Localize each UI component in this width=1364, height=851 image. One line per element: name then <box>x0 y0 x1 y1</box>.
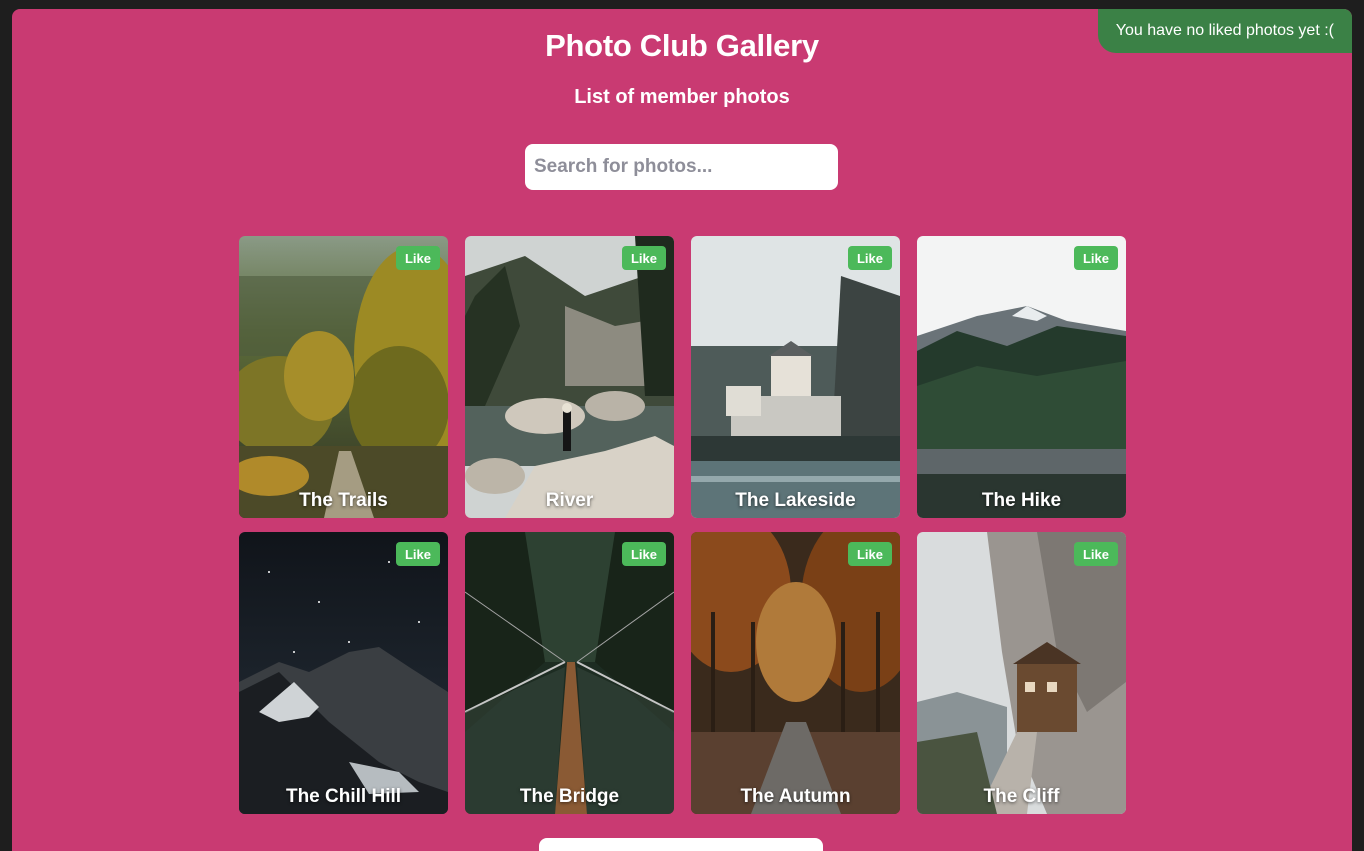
page-subtitle: List of member photos <box>574 86 790 108</box>
photo-card[interactable]: Like River <box>465 236 674 518</box>
like-button[interactable]: Like <box>395 246 440 270</box>
page-title: Photo Club Gallery <box>545 28 819 63</box>
like-button[interactable]: Like <box>1073 246 1118 270</box>
photo-title: The Bridge <box>519 786 620 807</box>
photo-title: The Cliff <box>983 786 1060 807</box>
photo-lakeside-houses <box>691 236 900 518</box>
photo-suspension-bridge <box>465 532 674 814</box>
photo-title: The Hike <box>981 490 1062 511</box>
photo-grid: Like The Trails Like River Like The Lake… <box>239 236 1126 814</box>
photo-river-rocks <box>465 236 674 518</box>
search-input[interactable] <box>525 144 838 190</box>
photo-card[interactable]: Like The Lakeside <box>691 236 900 518</box>
like-button[interactable]: Like <box>395 542 440 566</box>
load-more-button[interactable] <box>539 838 823 851</box>
like-button[interactable]: Like <box>621 246 666 270</box>
photo-card[interactable]: Like The Trails <box>239 236 448 518</box>
photo-cliff-house <box>917 532 1126 814</box>
like-button[interactable]: Like <box>847 246 892 270</box>
photo-title: The Lakeside <box>735 490 856 511</box>
photo-card[interactable]: Like The Autumn <box>691 532 900 814</box>
app-window: You have no liked photos yet :( Photo Cl… <box>12 9 1352 851</box>
photo-title: The Trails <box>299 490 388 511</box>
photo-title: The Chill Hill <box>285 786 402 807</box>
photo-card[interactable]: Like The Cliff <box>917 532 1126 814</box>
photo-card[interactable]: Like The Hike <box>917 236 1126 518</box>
photo-title: River <box>545 490 594 511</box>
like-button[interactable]: Like <box>1073 542 1118 566</box>
photo-night-mountain <box>239 532 448 814</box>
photo-mountain-forest <box>917 236 1126 518</box>
photo-card[interactable]: Like The Bridge <box>465 532 674 814</box>
photo-autumn-road <box>691 532 900 814</box>
like-button[interactable]: Like <box>621 542 666 566</box>
photo-title: The Autumn <box>740 786 851 807</box>
photo-card[interactable]: Like The Chill Hill <box>239 532 448 814</box>
photo-forest-trail <box>239 236 448 518</box>
like-button[interactable]: Like <box>847 542 892 566</box>
